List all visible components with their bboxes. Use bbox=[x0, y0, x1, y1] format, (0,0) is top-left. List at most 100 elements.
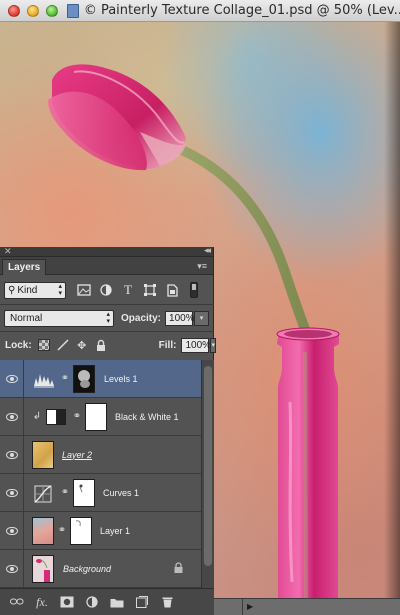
document-horizontal-scrollbar[interactable]: ▶ bbox=[214, 598, 400, 615]
layer-thumbnail[interactable] bbox=[32, 554, 54, 583]
layer-row-black-white-1[interactable]: ↲ ⚭ Black & White 1 bbox=[0, 398, 201, 436]
lock-all-icon[interactable] bbox=[95, 339, 107, 351]
fill-label: Fill: bbox=[158, 339, 177, 351]
levels-adjustment-icon bbox=[32, 364, 54, 393]
layer-row-levels-1[interactable]: ⚭ Levels 1 bbox=[0, 360, 201, 398]
layers-list: ⚭ Levels 1 ↲ ⚭ Black & White 1 Layer 2 ⚭… bbox=[0, 360, 201, 588]
document-proxy-icon[interactable] bbox=[67, 3, 79, 18]
visibility-toggle[interactable] bbox=[0, 398, 24, 435]
visibility-toggle[interactable] bbox=[0, 474, 24, 511]
blend-mode-select[interactable]: Normal ▴ ▾ bbox=[4, 309, 114, 327]
layers-panel: ✕ ◂◂ Layers ▾≡ ⚲ Kind ▴ ▾ T Normal ▴ ▾ O… bbox=[0, 245, 216, 615]
layer-style-fx-icon[interactable]: fx. bbox=[35, 595, 49, 609]
layer-name: Black & White 1 bbox=[115, 411, 179, 422]
eye-icon bbox=[5, 488, 18, 497]
layers-panel-toolbar: fx. bbox=[0, 588, 214, 615]
tab-layers[interactable]: Layers bbox=[2, 259, 47, 275]
zoom-window-button[interactable] bbox=[46, 4, 58, 17]
layer-mask-thumbnail[interactable] bbox=[70, 516, 92, 545]
opacity-dropdown-button[interactable]: ▾ bbox=[194, 310, 210, 326]
layer-row-background[interactable]: Background bbox=[0, 550, 201, 588]
eye-icon bbox=[5, 564, 18, 573]
panel-header-bar: ✕ ◂◂ bbox=[0, 245, 213, 257]
black-white-adjustment-icon bbox=[46, 408, 66, 425]
layer-mask-thumbnail[interactable] bbox=[73, 478, 95, 507]
visibility-toggle[interactable] bbox=[0, 360, 24, 397]
opacity-label: Opacity: bbox=[121, 312, 162, 324]
lock-label: Lock: bbox=[5, 339, 32, 351]
lock-position-icon[interactable]: ✥ bbox=[76, 339, 88, 352]
layer-name: Layer 2 bbox=[62, 449, 93, 460]
layer-thumbnail[interactable] bbox=[32, 440, 54, 469]
eye-icon bbox=[5, 526, 18, 535]
layer-mask-thumbnail[interactable] bbox=[73, 364, 95, 393]
divider bbox=[242, 599, 243, 615]
new-group-folder-icon[interactable] bbox=[110, 595, 124, 609]
layer-row-layer-2[interactable]: Layer 2 bbox=[0, 436, 201, 474]
close-window-button[interactable] bbox=[8, 4, 20, 17]
divider bbox=[0, 331, 214, 332]
eye-icon bbox=[5, 412, 18, 421]
panel-tab-bar: Layers ▾≡ bbox=[0, 257, 213, 275]
delete-layer-trash-icon[interactable] bbox=[160, 595, 174, 609]
scrollbar-thumb[interactable] bbox=[204, 366, 212, 566]
blend-mode-value: Normal bbox=[10, 312, 43, 324]
search-icon: ⚲ bbox=[8, 284, 16, 296]
close-panel-icon[interactable]: ✕ bbox=[4, 246, 12, 257]
pixel-layer-filter-icon[interactable] bbox=[76, 283, 92, 297]
filter-kind-select[interactable]: ⚲ Kind ▴ ▾ bbox=[4, 281, 66, 299]
tulip-flower bbox=[48, 64, 186, 171]
eye-icon bbox=[5, 450, 18, 459]
link-icon[interactable]: ⚭ bbox=[57, 525, 67, 536]
select-arrows-icon: ▴ ▾ bbox=[58, 283, 62, 297]
lock-transparent-pixels-icon[interactable] bbox=[37, 339, 50, 351]
lock-image-pixels-icon[interactable] bbox=[57, 339, 69, 351]
lock-fill-row: Lock: ✥ Fill: 100% ▾ bbox=[0, 334, 216, 356]
layer-mask-thumbnail[interactable] bbox=[85, 402, 107, 431]
visibility-toggle[interactable] bbox=[0, 512, 24, 549]
smart-object-filter-icon[interactable] bbox=[164, 283, 180, 297]
blend-opacity-row: Normal ▴ ▾ Opacity: 100% ▾ bbox=[0, 307, 214, 329]
add-mask-icon[interactable] bbox=[60, 595, 74, 609]
shape-layer-filter-icon[interactable] bbox=[142, 283, 158, 297]
filter-type-icons: T bbox=[76, 282, 180, 297]
layer-name: Background bbox=[63, 563, 112, 574]
curves-adjustment-icon bbox=[32, 478, 54, 507]
layers-scrollbar[interactable] bbox=[201, 360, 214, 588]
visibility-toggle[interactable] bbox=[0, 436, 24, 473]
layer-row-curves-1[interactable]: ⚭ Curves 1 bbox=[0, 474, 201, 512]
window-controls bbox=[8, 4, 58, 17]
link-icon[interactable]: ⚭ bbox=[60, 487, 70, 498]
link-icon[interactable]: ⚭ bbox=[72, 411, 82, 422]
layer-name: Levels 1 bbox=[104, 373, 138, 384]
window-title-bar: © Painterly Texture Collage_01.psd @ 50%… bbox=[0, 0, 400, 22]
new-layer-icon[interactable] bbox=[135, 595, 149, 609]
visibility-toggle[interactable] bbox=[0, 550, 24, 587]
layer-row-layer-1[interactable]: ⚭ Layer 1 bbox=[0, 512, 201, 550]
layer-name: Curves 1 bbox=[103, 487, 140, 498]
minimize-window-button[interactable] bbox=[27, 4, 39, 17]
canvas-edge-shadow bbox=[384, 22, 400, 598]
scroll-right-arrow-icon[interactable]: ▶ bbox=[247, 602, 253, 611]
lock-icon bbox=[174, 561, 183, 576]
panel-menu-icon[interactable]: ▾≡ bbox=[197, 261, 207, 272]
fill-dropdown-button[interactable]: ▾ bbox=[210, 337, 216, 353]
layer-name: Layer 1 bbox=[100, 525, 131, 536]
eye-icon bbox=[5, 374, 18, 383]
filter-toggle-switch[interactable] bbox=[190, 282, 198, 298]
filter-kind-label: Kind bbox=[17, 284, 38, 296]
opacity-input[interactable]: 100% bbox=[165, 310, 195, 326]
pink-bottle bbox=[276, 327, 340, 598]
lock-options: ✥ bbox=[37, 339, 107, 352]
type-layer-filter-icon[interactable]: T bbox=[120, 282, 136, 297]
link-layers-icon[interactable] bbox=[10, 595, 24, 609]
fill-input[interactable]: 100% bbox=[181, 337, 211, 353]
collapse-panel-icon[interactable]: ◂◂ bbox=[204, 245, 211, 256]
new-adjustment-layer-icon[interactable] bbox=[85, 595, 99, 609]
clipping-arrow-icon: ↲ bbox=[32, 410, 42, 422]
window-title: © Painterly Texture Collage_01.psd @ 50%… bbox=[83, 3, 400, 18]
divider bbox=[0, 304, 214, 305]
layer-thumbnail[interactable] bbox=[32, 516, 54, 545]
link-icon[interactable]: ⚭ bbox=[60, 373, 70, 384]
adjustment-layer-filter-icon[interactable] bbox=[98, 283, 114, 297]
